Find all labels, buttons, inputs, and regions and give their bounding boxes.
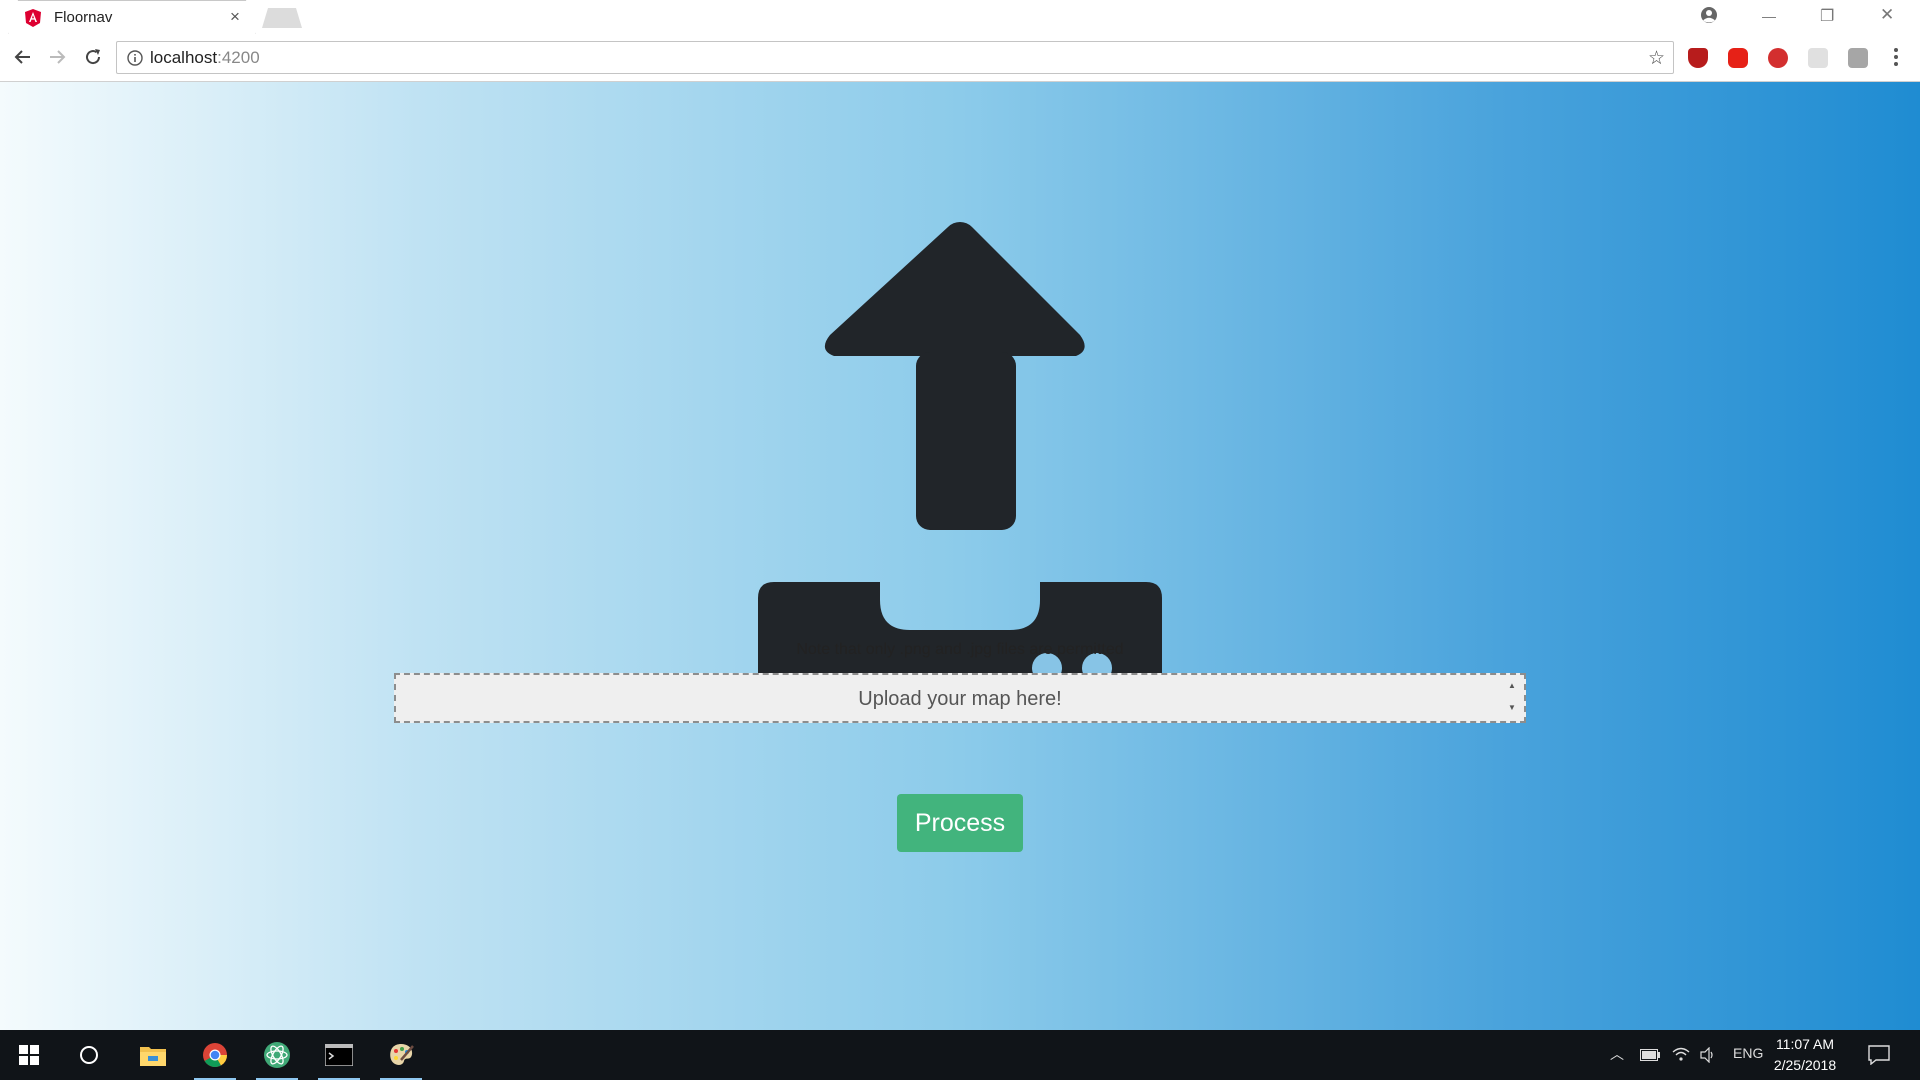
tray-chevron-icon[interactable]: ︿ bbox=[1610, 1044, 1624, 1064]
file-type-note: Note that only .png and .jpg files are p… bbox=[796, 641, 1124, 658]
windows-taskbar: ︿ ENG 11:07 AM 2/25/2018 bbox=[0, 1030, 1920, 1080]
language-indicator[interactable]: ENG bbox=[1733, 1045, 1763, 1061]
wifi-icon[interactable] bbox=[1672, 1046, 1690, 1062]
window-minimize-icon[interactable]: — bbox=[1762, 8, 1776, 24]
paint-palette-icon bbox=[390, 1044, 414, 1065]
clock-date: 2/25/2018 bbox=[1773, 1057, 1837, 1073]
dropzone-spinner[interactable]: ▲ ▼ bbox=[1508, 679, 1518, 717]
browser-menu-icon[interactable] bbox=[1893, 46, 1899, 70]
chrome-icon[interactable] bbox=[190, 1030, 240, 1080]
window-close-icon[interactable]: ✕ bbox=[1880, 5, 1894, 25]
url-text: localhost:4200 bbox=[150, 48, 260, 68]
volume-icon[interactable] bbox=[1700, 1047, 1716, 1063]
windows-logo-icon bbox=[19, 1045, 39, 1065]
reload-button[interactable] bbox=[80, 44, 106, 70]
upload-icon bbox=[758, 222, 1162, 706]
tab-title: Floornav bbox=[54, 9, 113, 26]
ublock-icon[interactable] bbox=[1688, 48, 1708, 68]
back-button[interactable] bbox=[10, 44, 36, 70]
info-icon[interactable] bbox=[127, 50, 143, 66]
dropzone-label: Upload your map here! bbox=[858, 688, 1062, 710]
address-bar[interactable]: localhost:4200 ☆ bbox=[116, 41, 1674, 74]
clock-time: 11:07 AM bbox=[1775, 1036, 1835, 1052]
evernote-ext-icon[interactable] bbox=[1768, 48, 1788, 68]
battery-icon[interactable] bbox=[1640, 1049, 1660, 1061]
forward-arrow-icon bbox=[50, 50, 66, 64]
reload-icon bbox=[86, 49, 101, 65]
bookmark-star-icon[interactable]: ☆ bbox=[1648, 47, 1665, 70]
action-center-icon[interactable] bbox=[1868, 1045, 1890, 1065]
new-tab-button[interactable] bbox=[262, 8, 302, 28]
file-dropzone[interactable]: Upload your map here! ▲ ▼ bbox=[394, 673, 1526, 723]
url-port: :4200 bbox=[217, 48, 260, 67]
system-clock[interactable]: 11:07 AM 2/25/2018 bbox=[1760, 1034, 1850, 1076]
url-host: localhost bbox=[150, 48, 218, 67]
spin-up-icon[interactable]: ▲ bbox=[1508, 681, 1516, 690]
atom-logo-icon bbox=[264, 1042, 290, 1068]
folder-icon bbox=[140, 1047, 166, 1066]
browser-toolbar: localhost:4200 ☆ bbox=[0, 34, 1920, 82]
console-window-icon bbox=[325, 1044, 353, 1066]
process-button[interactable]: Process bbox=[897, 794, 1023, 852]
chrome-logo-icon bbox=[203, 1043, 227, 1068]
window-restore-icon[interactable]: ❐ bbox=[1820, 6, 1834, 26]
spin-down-icon[interactable]: ▼ bbox=[1508, 703, 1516, 712]
tab-close-icon[interactable]: × bbox=[230, 7, 240, 27]
browser-tab-content[interactable]: Floornav × bbox=[8, 0, 256, 36]
chat-ext-icon[interactable] bbox=[1808, 48, 1828, 68]
tab-strip: Floornav × — ❐ ✕ bbox=[0, 0, 1920, 34]
youtube-ext-icon[interactable] bbox=[1728, 48, 1748, 68]
chart-ext-icon[interactable] bbox=[1848, 48, 1868, 68]
page-content: Note that only .png and .jpg files are p… bbox=[0, 82, 1920, 1030]
profile-icon[interactable] bbox=[1700, 6, 1718, 24]
angular-icon bbox=[25, 9, 41, 27]
atom-icon[interactable] bbox=[252, 1030, 302, 1080]
cortana-icon[interactable] bbox=[64, 1030, 114, 1080]
back-arrow-icon bbox=[14, 50, 30, 64]
windows-start-icon[interactable] bbox=[4, 1030, 54, 1080]
terminal-icon[interactable] bbox=[314, 1030, 364, 1080]
forward-button[interactable] bbox=[44, 44, 70, 70]
paint-icon[interactable] bbox=[376, 1030, 426, 1080]
file-explorer-icon[interactable] bbox=[128, 1030, 178, 1080]
cortana-circle-icon bbox=[80, 1046, 98, 1064]
